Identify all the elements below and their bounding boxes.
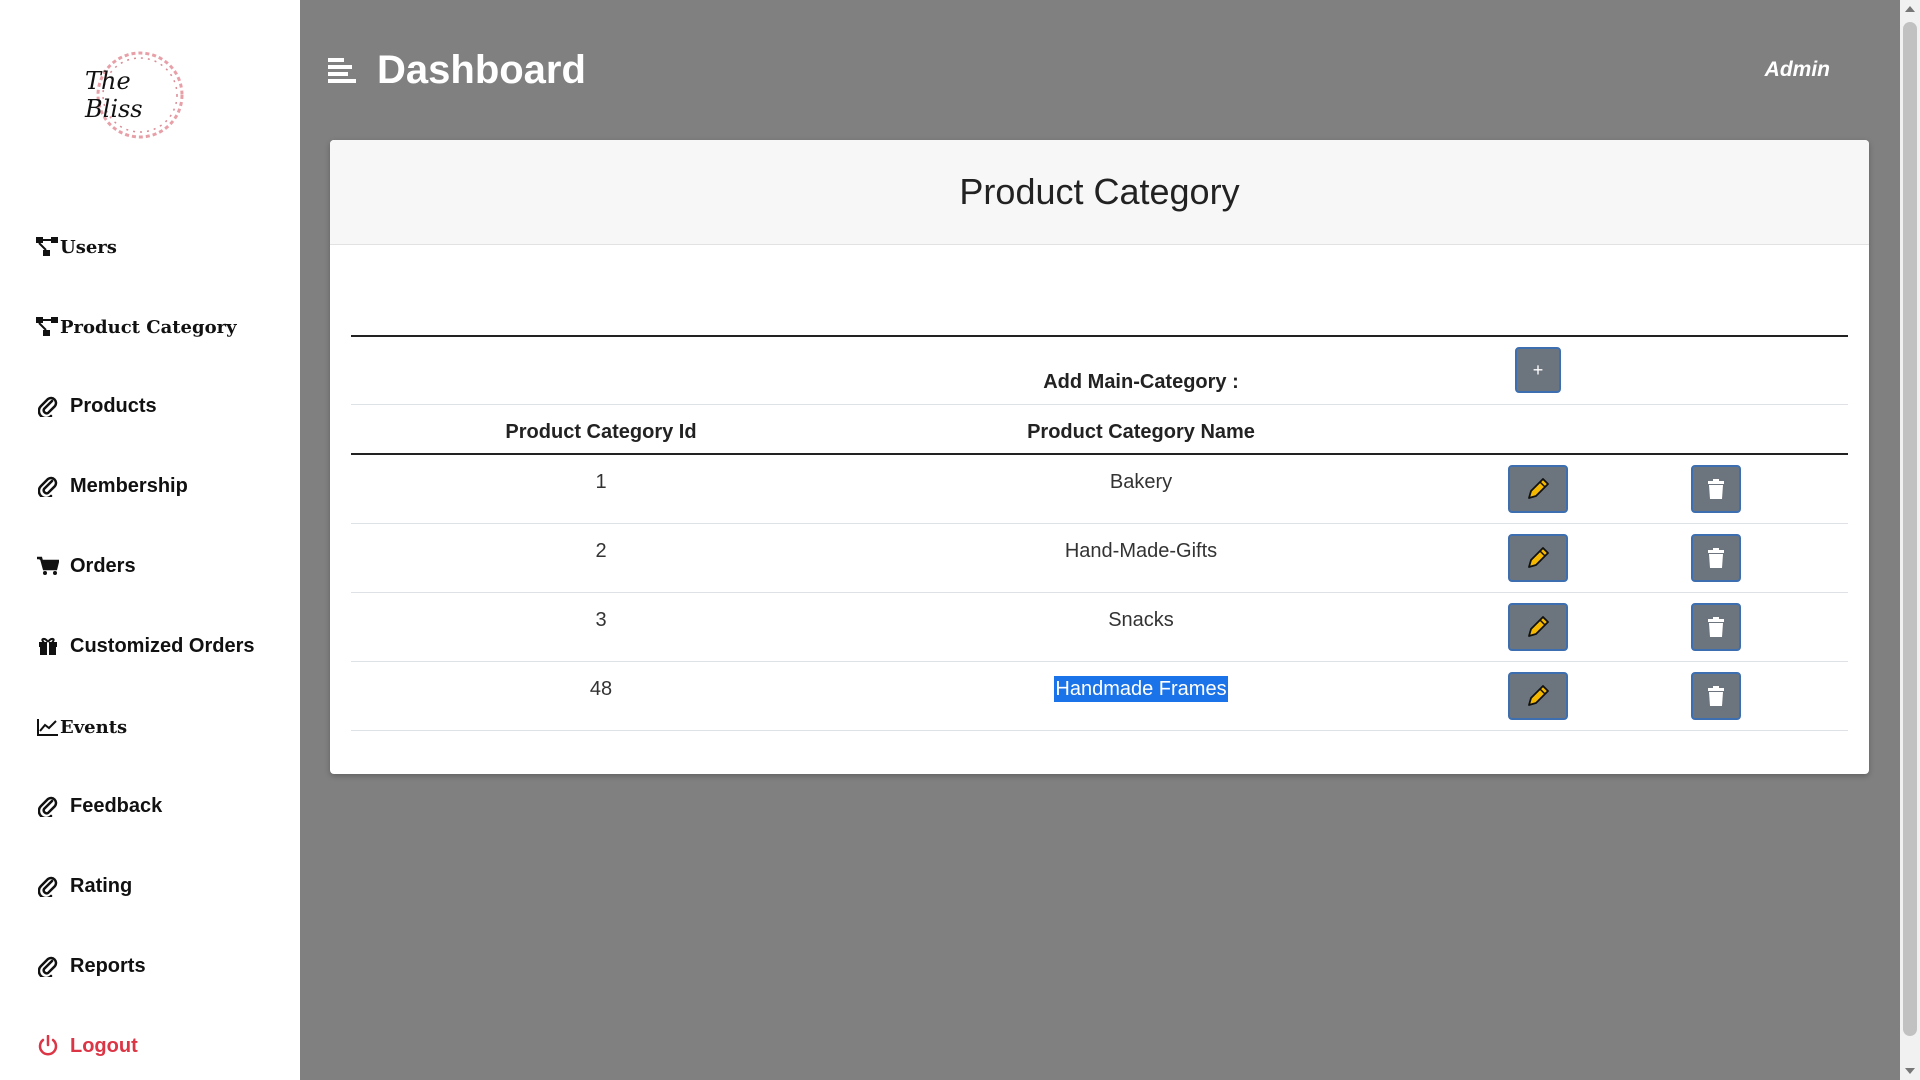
paperclip-icon (36, 474, 60, 498)
card-title: Product Category (959, 171, 1240, 212)
category-id: 2 (595, 540, 607, 562)
power-icon (36, 1034, 60, 1058)
table-row: 48 Handmade Frames (351, 662, 1848, 731)
top-bar: Dashboard Admin (300, 0, 1900, 140)
edit-button[interactable] (1508, 672, 1568, 720)
scrollbar-thumb[interactable] (1903, 22, 1917, 1036)
add-category-row: Add Main-Category : + (351, 335, 1848, 405)
delete-button[interactable] (1691, 672, 1741, 720)
page-title: Dashboard (377, 48, 586, 92)
trash-icon (1708, 479, 1724, 499)
paperclip-icon (36, 874, 60, 898)
sidebar-item-membership[interactable]: Membership (36, 474, 188, 498)
column-header-id: Product Category Id (505, 421, 697, 443)
user-name[interactable]: Admin (1765, 58, 1830, 82)
paperclip-icon (36, 794, 60, 818)
sidebar-item-feedback[interactable]: Feedback (36, 794, 162, 818)
sidebar-item-label: Feedback (70, 794, 163, 817)
column-header-name: Product Category Name (1027, 421, 1255, 443)
sidebar-item-label: Membership (70, 474, 188, 497)
brand-logo[interactable]: The Bliss (85, 45, 195, 145)
category-id: 3 (595, 609, 607, 631)
menu-toggle-icon[interactable] (328, 58, 358, 84)
sitemap-icon (36, 315, 60, 339)
paperclip-icon (36, 394, 60, 418)
delete-button[interactable] (1691, 603, 1741, 651)
category-name: Hand-Made-Gifts (1064, 540, 1218, 562)
pencil-icon (1528, 478, 1549, 499)
table-row: 2 Hand-Made-Gifts (351, 524, 1848, 593)
card-header: Product Category (330, 140, 1869, 245)
table-header: Product Category Id Product Category Nam… (351, 405, 1848, 455)
sidebar-item-orders[interactable]: Orders (36, 554, 136, 578)
edit-button[interactable] (1508, 603, 1568, 651)
sidebar-item-label: Logout (70, 1034, 138, 1057)
sidebar-item-events[interactable]: Events (36, 715, 127, 739)
product-category-card: Product Category Add Main-Category : + P… (330, 140, 1869, 774)
category-name: Snacks (1108, 609, 1174, 631)
cart-icon (36, 554, 60, 578)
category-id: 1 (595, 471, 607, 493)
delete-button[interactable] (1691, 465, 1741, 513)
edit-button[interactable] (1508, 465, 1568, 513)
sidebar-item-users[interactable]: Users (36, 235, 117, 259)
sitemap-icon (36, 235, 60, 259)
sidebar-item-label: Rating (70, 874, 133, 897)
table-row: 3 Snacks (351, 593, 1848, 662)
category-table: Add Main-Category : + Product Category I… (351, 335, 1848, 731)
sidebar-item-label: Orders (70, 554, 136, 577)
sidebar-item-label: Product Category (60, 316, 237, 338)
pencil-icon (1528, 685, 1549, 706)
logout-button[interactable]: Logout (36, 1034, 138, 1058)
scroll-up-icon[interactable] (1905, 6, 1915, 12)
add-category-button[interactable]: + (1515, 347, 1561, 393)
category-name-cell: Handmade Frames (881, 676, 1401, 702)
sidebar-item-products[interactable]: Products (36, 394, 157, 418)
sidebar-item-label: Customized Orders (70, 634, 255, 657)
pencil-icon (1528, 616, 1549, 637)
pencil-icon (1528, 547, 1549, 568)
sidebar-item-product-category[interactable]: Product Category (36, 315, 237, 339)
sidebar-item-rating[interactable]: Rating (36, 874, 132, 898)
category-name: Handmade Frames (1054, 676, 1228, 702)
line-chart-icon (36, 715, 60, 739)
sidebar-item-label: Reports (70, 954, 146, 977)
table-row: 1 Bakery (351, 455, 1848, 524)
paperclip-icon (36, 954, 60, 978)
scroll-down-icon[interactable] (1905, 1068, 1915, 1074)
trash-icon (1708, 617, 1724, 637)
vertical-scrollbar[interactable] (1900, 0, 1920, 1080)
sidebar-item-label: Events (60, 716, 128, 738)
sidebar-item-label: Products (70, 394, 157, 417)
trash-icon (1708, 686, 1724, 706)
category-name: Bakery (1109, 471, 1173, 493)
gift-icon (36, 634, 60, 658)
sidebar: The Bliss Users Product Category Product… (0, 0, 300, 1080)
edit-button[interactable] (1508, 534, 1568, 582)
delete-button[interactable] (1691, 534, 1741, 582)
trash-icon (1708, 548, 1724, 568)
logo-text: The Bliss (85, 67, 143, 123)
sidebar-item-label: Users (60, 236, 117, 258)
sidebar-item-reports[interactable]: Reports (36, 954, 146, 978)
sidebar-item-customized-orders[interactable]: Customized Orders (36, 634, 254, 658)
category-id: 48 (589, 678, 613, 700)
add-main-category-label: Add Main-Category : (1043, 371, 1239, 393)
